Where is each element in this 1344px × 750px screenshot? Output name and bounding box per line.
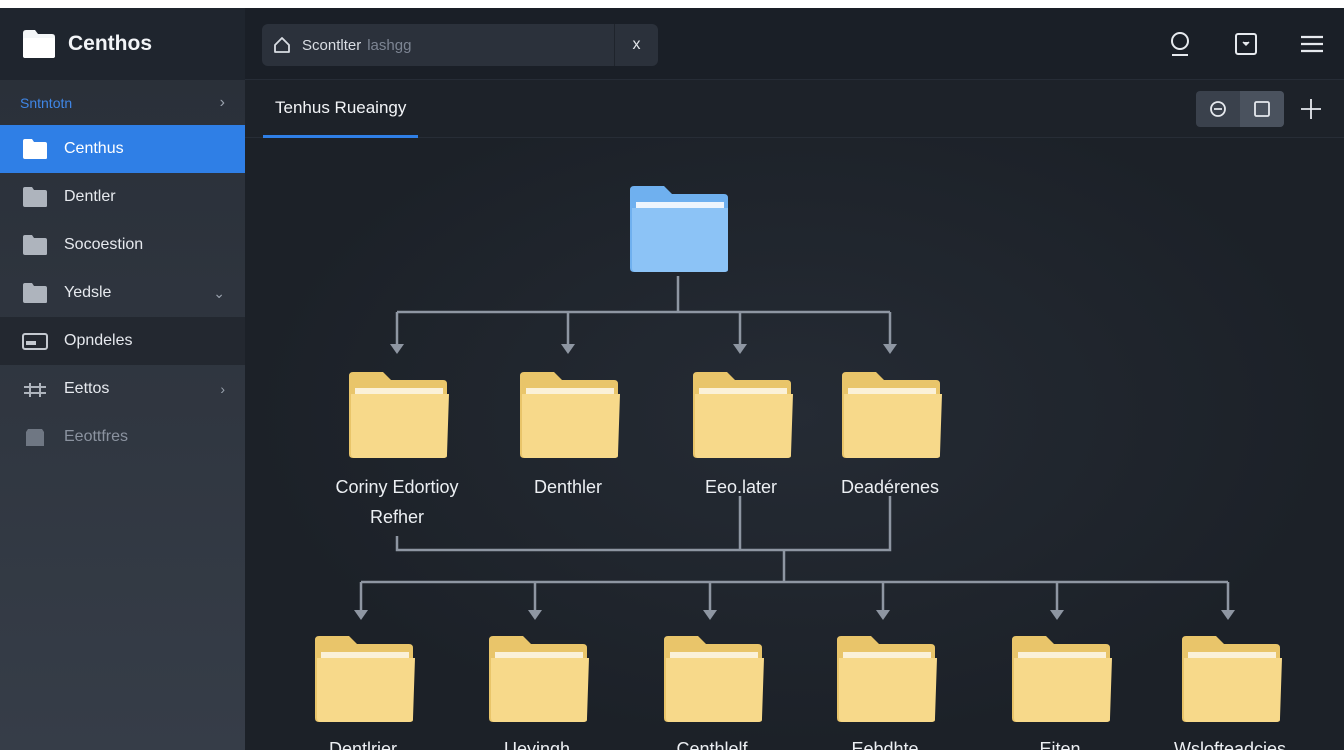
sidebar-item-socoestion[interactable]: Socoestion bbox=[0, 221, 245, 269]
sidebar-item-eeottfres[interactable]: Eeottfres bbox=[0, 413, 245, 461]
folder-icon bbox=[23, 283, 47, 303]
search-bar[interactable]: Scontlter x bbox=[262, 24, 658, 66]
home-icon[interactable] bbox=[262, 36, 302, 54]
clear-search-button[interactable]: x bbox=[614, 24, 658, 66]
sidebar-item-dentler[interactable]: Dentler bbox=[0, 173, 245, 221]
folder-label: Coriny Edortioy Refher bbox=[335, 477, 459, 527]
sidebar-item-label: Yedsle bbox=[64, 284, 112, 301]
plus-icon[interactable] bbox=[1298, 96, 1324, 122]
preview-icon[interactable] bbox=[1196, 91, 1240, 127]
folder-icon bbox=[23, 187, 47, 207]
view-toggle bbox=[1196, 91, 1284, 127]
folder-label: Ueyingh bbox=[503, 739, 571, 750]
tab-active[interactable]: Tenhus Rueaingy bbox=[263, 80, 419, 138]
sidebar-item-label: Opndeles bbox=[64, 332, 133, 349]
app-title: Centhos bbox=[68, 32, 152, 55]
folder-label: Eiten bbox=[1039, 739, 1081, 750]
folder-icon bbox=[837, 636, 937, 722]
sidebar-item-label: Dentler bbox=[64, 188, 116, 205]
folder-icon bbox=[664, 636, 764, 722]
folder-icon bbox=[842, 372, 942, 458]
folder-icon bbox=[1012, 636, 1112, 722]
folder-label: Dentlrier bbox=[328, 739, 398, 750]
sidebar-header-label: Sntntotn bbox=[20, 94, 73, 111]
square-icon[interactable] bbox=[1240, 91, 1284, 127]
sidebar-header[interactable]: Sntntotn › bbox=[0, 80, 245, 125]
top-bar: Centhos Scontlter x bbox=[0, 8, 1344, 80]
root-folder-icon[interactable] bbox=[628, 184, 732, 274]
folder-label: Centhlelf bbox=[676, 739, 748, 750]
sidebar-item-label: Socoestion bbox=[64, 236, 144, 253]
sidebar-item-eettos[interactable]: Eettos › bbox=[0, 365, 245, 413]
folder-label: Eebdhte bbox=[851, 739, 919, 750]
app-window: Centhos Scontlter x Sntntotn › bbox=[0, 8, 1344, 750]
main-panel: Tenhus Rueaingy Coriny Edortioy Refher D… bbox=[245, 80, 1344, 750]
tree-canvas: Coriny Edortioy Refher Denthler Eeo.late… bbox=[245, 138, 1344, 750]
sidebar: Sntntotn › Centhus Dentler Socoestion Ye… bbox=[0, 80, 245, 750]
folder-icon bbox=[315, 636, 415, 722]
checkbox-dropdown-icon[interactable] bbox=[1232, 30, 1260, 58]
search-input[interactable] bbox=[361, 24, 614, 66]
chevron-down-icon[interactable]: ⌄ bbox=[213, 285, 225, 302]
sidebar-item-centhus[interactable]: Centhus bbox=[0, 125, 245, 173]
user-icon[interactable] bbox=[1166, 30, 1194, 58]
brand[interactable]: Centhos bbox=[0, 8, 245, 80]
menu-icon[interactable] bbox=[1298, 30, 1326, 58]
folder-icon bbox=[349, 372, 449, 458]
folder-label: Denthler bbox=[533, 477, 603, 497]
folder-icon bbox=[520, 372, 620, 458]
sidebar-item-label: Centhus bbox=[64, 140, 124, 157]
folder-label: Wslofteadcies bbox=[1173, 739, 1287, 750]
folder-icon bbox=[23, 139, 47, 159]
sidebar-item-label: Eeottfres bbox=[64, 428, 129, 445]
tab-bar: Tenhus Rueaingy bbox=[245, 80, 1344, 138]
folder-icon bbox=[489, 636, 589, 722]
sidebar-item-label: Eettos bbox=[64, 380, 110, 397]
folder-icon bbox=[23, 235, 47, 255]
folder-icon bbox=[693, 372, 793, 458]
tools-icon bbox=[24, 383, 46, 397]
sidebar-item-yedsle[interactable]: Yedsle ⌄ bbox=[0, 269, 245, 317]
folder-icon bbox=[1182, 636, 1282, 722]
sidebar-item-opndeles[interactable]: Opndeles bbox=[0, 317, 245, 365]
search-scope-label: Scontlter bbox=[302, 36, 362, 54]
drive-icon bbox=[22, 333, 48, 350]
chevron-right-icon[interactable]: › bbox=[220, 381, 225, 397]
chevron-right-icon[interactable]: › bbox=[220, 94, 225, 112]
folder-label: Deadérenes bbox=[840, 477, 940, 497]
archive-icon bbox=[26, 429, 44, 446]
folder-icon bbox=[23, 30, 55, 58]
